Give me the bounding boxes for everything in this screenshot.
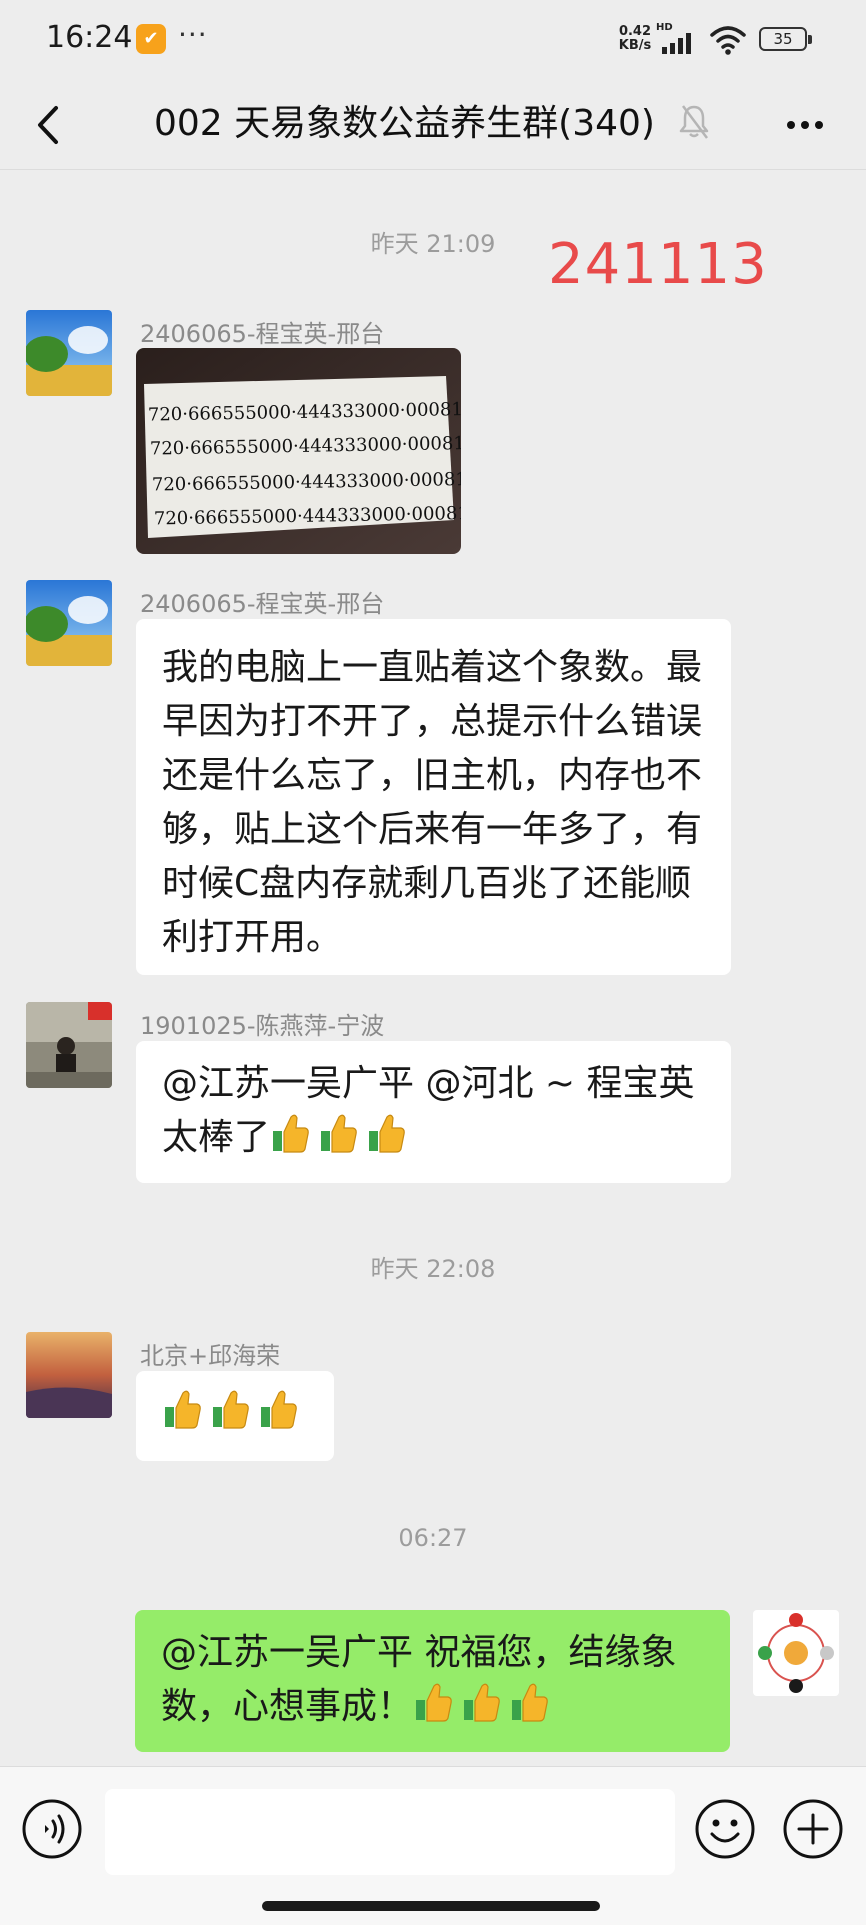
message-line: @江苏一吴广平 @河北 ~ 程宝英 (162, 1063, 695, 1104)
red-annotation-number: 241113 (548, 232, 768, 297)
message-line: 时候C盘内存就剩几百兆了还能顺 (162, 863, 692, 904)
sender-name: 1901025-陈燕萍-宁波 (140, 1012, 385, 1040)
network-speed-unit: KB/s (618, 38, 652, 53)
chevron-left-icon[interactable] (28, 98, 68, 152)
status-bar: 16:24 ✔ ··· 0.42 KB/s HD 35 (0, 0, 866, 80)
home-indicator[interactable] (262, 1901, 600, 1911)
message-line: @江苏一吴广平 祝福您，结缘象 (161, 1632, 677, 1673)
chat-title[interactable]: 002 天易象数公益养生群(340) (154, 94, 655, 146)
message-input[interactable] (105, 1789, 675, 1875)
message-line: 早因为打不开了，总提示什么错误 (162, 701, 703, 742)
avatar[interactable] (26, 1002, 112, 1088)
message-line: 我的电脑上一直贴着这个象数。最 (162, 647, 703, 688)
status-more-dots: ··· (178, 18, 208, 51)
more-dots-icon[interactable] (780, 100, 830, 150)
battery-indicator: 35 (759, 27, 812, 51)
my-message-bubble[interactable]: @江苏一吴广平 祝福您，结缘象 数，心想事成！ (135, 1610, 730, 1752)
message-bubble[interactable]: @江苏一吴广平 @河北 ~ 程宝英 太棒了 (136, 1041, 731, 1183)
sender-name: 北京+邱海荣 (140, 1342, 281, 1370)
thumbs-up-emoji (165, 1390, 201, 1429)
thumbs-up-emoji (464, 1683, 500, 1722)
message-line: 还是什么忘了，旧主机，内存也不 (162, 755, 703, 796)
signal-icon (662, 33, 691, 54)
thumbs-up-emoji (321, 1114, 357, 1153)
sender-name: 2406065-程宝英-邢台 (140, 320, 385, 348)
app-notification-icon: ✔ (136, 24, 166, 54)
chat-header: 002 天易象数公益养生群(340) (0, 80, 866, 170)
message-image[interactable]: 720·666555000·444333000·000810000 720·66… (136, 348, 461, 554)
message-bubble[interactable]: 我的电脑上一直贴着这个象数。最 早因为打不开了，总提示什么错误 还是什么忘了，旧… (136, 619, 731, 975)
voice-icon[interactable] (21, 1798, 83, 1860)
my-avatar[interactable] (753, 1610, 839, 1696)
thumbs-up-emoji (261, 1390, 297, 1429)
wifi-icon (710, 26, 746, 55)
status-time: 16:24 (46, 20, 133, 55)
avatar[interactable] (26, 580, 112, 666)
message-line (162, 1387, 308, 1441)
message-line: 够，贴上这个后来有一年多了，有 (162, 809, 703, 850)
time-separator: 06:27 (398, 1524, 468, 1552)
time-separator: 昨天 22:08 (370, 1255, 496, 1283)
thumbs-up-emoji (369, 1114, 405, 1153)
message-line: 太棒了 (162, 1111, 705, 1165)
message-text: 太棒了 (162, 1117, 271, 1158)
thumbs-up-emoji (273, 1114, 309, 1153)
avatar[interactable] (26, 1332, 112, 1418)
message-line: 数，心想事成！ (161, 1680, 704, 1734)
network-speed-value: 0.42 (618, 24, 652, 39)
plus-circle-icon[interactable] (782, 1798, 844, 1860)
smiley-icon[interactable] (694, 1798, 756, 1860)
thumbs-up-emoji (512, 1683, 548, 1722)
message-line: 利打开用。 (162, 917, 343, 958)
message-bubble[interactable] (136, 1371, 334, 1461)
thumbs-up-emoji (213, 1390, 249, 1429)
network-speed: 0.42 KB/s (613, 25, 657, 53)
avatar[interactable] (26, 310, 112, 396)
sender-name: 2406065-程宝英-邢台 (140, 590, 385, 618)
message-text: 数，心想事成！ (161, 1686, 414, 1727)
bell-off-icon (679, 105, 709, 139)
thumbs-up-emoji (416, 1683, 452, 1722)
